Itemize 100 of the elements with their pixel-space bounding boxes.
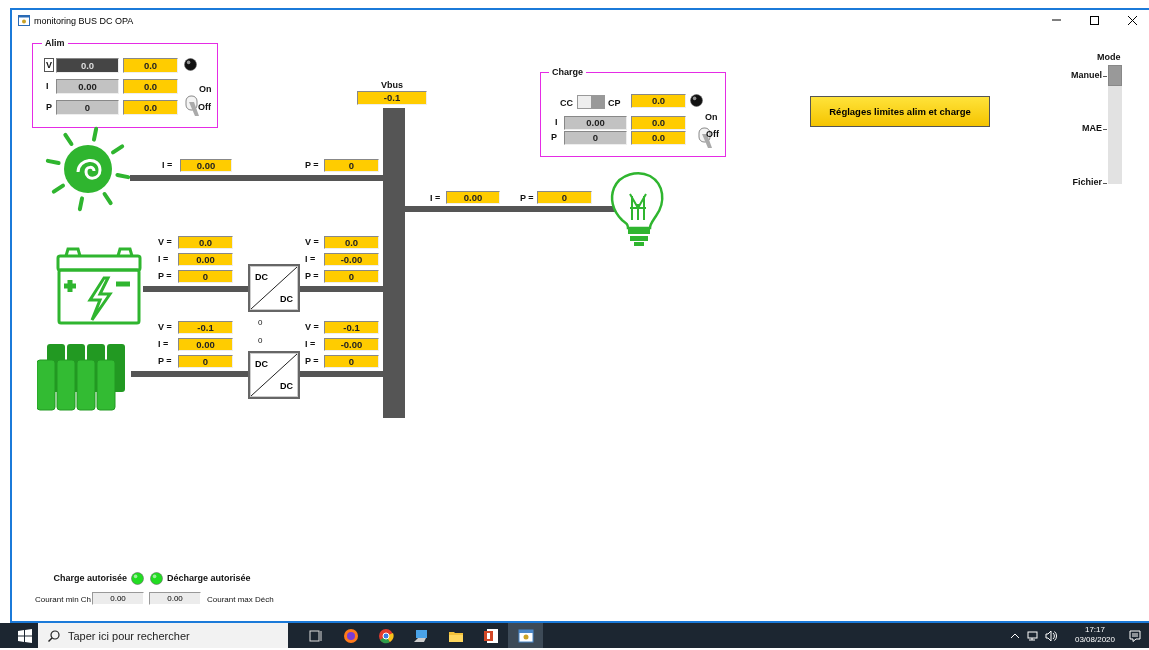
reading-label: V = xyxy=(305,237,319,248)
sun-icon xyxy=(44,126,132,214)
browser-icon xyxy=(342,627,359,644)
mode-option: Fichier xyxy=(1040,177,1102,188)
row-label: I xyxy=(555,117,558,128)
reading-value: -0.00 xyxy=(324,253,379,266)
mode-label: CP xyxy=(608,98,621,109)
reading-value: -0.1 xyxy=(324,321,379,334)
reading-label: I = xyxy=(430,193,441,204)
battery-icon xyxy=(54,246,144,326)
reading-value: -0.00 xyxy=(324,338,379,351)
current-field: 0.00 xyxy=(92,592,144,605)
v-button[interactable]: V xyxy=(44,58,54,72)
converter-reading: 0 xyxy=(258,317,263,328)
setpoint-value: 0.0 xyxy=(123,58,178,73)
search-field[interactable]: Taper ici pour rechercher xyxy=(38,623,288,648)
reading-label: P = xyxy=(305,356,319,367)
reading-label: I = xyxy=(162,160,173,171)
reading-value: 0 xyxy=(324,355,379,368)
window-icon xyxy=(517,627,534,644)
reading-label: V = xyxy=(158,322,172,333)
notification-icon[interactable] xyxy=(1129,629,1141,642)
converter-reading: 0 xyxy=(258,335,263,346)
window-title: monitoring BUS DC OPA xyxy=(34,15,134,26)
measured-value: 0.0 xyxy=(56,58,119,73)
reading-label: I = xyxy=(305,254,316,265)
reading-label: P = xyxy=(305,271,319,282)
reading-label: P = xyxy=(158,356,172,367)
reading-value: -0.1 xyxy=(178,321,233,334)
reading-label: I = xyxy=(158,339,169,350)
converter-label: DC xyxy=(280,294,293,304)
reading-value: 0.0 xyxy=(178,236,233,249)
field-label: Courant min Ch xyxy=(35,594,92,605)
computer-icon xyxy=(412,627,429,644)
converter-label: DC xyxy=(255,272,268,282)
setpoint-value: 0.0 xyxy=(123,100,178,115)
row-label: P xyxy=(551,132,557,143)
reading-label: V = xyxy=(305,322,319,333)
network-icon[interactable] xyxy=(1026,629,1039,642)
start-icon[interactable] xyxy=(18,628,32,643)
group-title: Charge xyxy=(549,67,586,78)
reading-value: 0.00 xyxy=(180,159,232,172)
reading-label: I = xyxy=(158,254,169,265)
settings-button[interactable]: Réglages limites alim et charge xyxy=(810,96,990,127)
reading-label: I = xyxy=(305,339,316,350)
mode-slider-track[interactable] xyxy=(1108,65,1122,184)
switch-label: On xyxy=(199,84,212,95)
reading-value: 0 xyxy=(324,159,379,172)
current-field: 0.00 xyxy=(149,592,201,605)
mode-toggle[interactable] xyxy=(577,95,605,109)
clock-time: 17:17 xyxy=(1083,625,1106,635)
switch-label: Off xyxy=(198,102,211,113)
measured-value: 0.00 xyxy=(56,79,119,94)
mode-option: Manuel xyxy=(1040,70,1102,81)
tick-mark xyxy=(1103,129,1107,130)
reading-value: 0.00 xyxy=(178,253,233,266)
group-title: Alim xyxy=(42,38,68,49)
switch-label: Off xyxy=(706,129,719,140)
vbus-label: Vbus xyxy=(381,80,403,91)
maximize-icon xyxy=(1088,15,1100,26)
tick-mark xyxy=(1103,183,1107,184)
switch-label: On xyxy=(705,112,718,123)
row-label: I xyxy=(46,81,49,92)
reading-value: 0 xyxy=(537,191,592,204)
browser-icon xyxy=(377,627,394,644)
measured-value: 0 xyxy=(564,131,627,145)
status-label: Charge autorisée xyxy=(52,573,127,584)
taskbar-button[interactable] xyxy=(508,623,543,648)
converter-label: DC xyxy=(280,381,293,391)
reading-label: P = xyxy=(520,193,534,204)
reading-value: 0 xyxy=(178,270,233,283)
setpoint-value: 0.0 xyxy=(631,131,686,145)
volume-icon[interactable] xyxy=(1044,629,1057,642)
reading-value: 0.00 xyxy=(178,338,233,351)
converter-label: DC xyxy=(255,359,268,369)
measured-value: 0.00 xyxy=(564,116,627,130)
presentation-icon xyxy=(482,627,499,644)
measured-value: 0 xyxy=(56,100,119,115)
clock-date: 03/08/2020 xyxy=(1074,635,1115,645)
vbus-value: -0.1 xyxy=(357,91,427,105)
reading-label: V = xyxy=(158,237,172,248)
setpoint-value: 0.0 xyxy=(631,116,686,130)
row-label: P xyxy=(46,102,52,113)
mode-option: MAE xyxy=(1040,123,1102,134)
task-view-icon xyxy=(307,627,324,644)
reading-label: P = xyxy=(158,271,172,282)
setpoint-value: 0.0 xyxy=(123,79,178,94)
status-label: Décharge autorisée xyxy=(167,573,251,584)
search-icon xyxy=(48,630,60,642)
close-icon xyxy=(1126,15,1138,26)
app-icon xyxy=(18,15,30,26)
mode-label: CC xyxy=(560,98,573,109)
reading-value: 0 xyxy=(178,355,233,368)
mode-slider-thumb[interactable] xyxy=(1108,65,1122,86)
reading-label: P = xyxy=(305,160,319,171)
reading-value: 0.0 xyxy=(324,236,379,249)
tick-mark xyxy=(1103,76,1107,77)
mode-title: Mode xyxy=(1097,52,1121,63)
reading-value: 0 xyxy=(324,270,379,283)
setpoint-value: 0.0 xyxy=(631,94,686,108)
